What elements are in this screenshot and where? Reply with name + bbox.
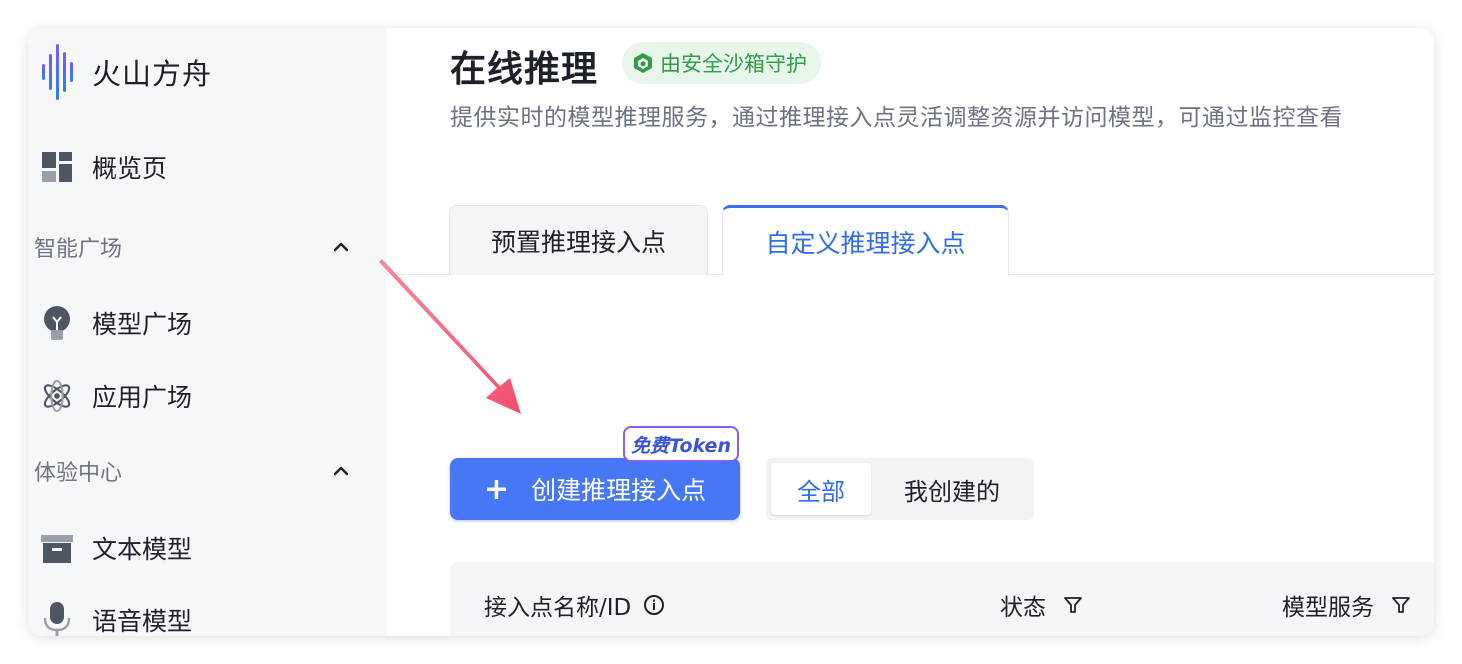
main-content: 在线推理 由安全沙箱守护 提供实时的模型推理服务，通过推理接入点灵活调整资源并访… (386, 28, 1434, 636)
dashboard-icon (40, 148, 74, 186)
chevron-up-icon (333, 242, 349, 252)
sandbox-badge-label: 由安全沙箱守护 (660, 52, 807, 76)
filter-icon[interactable] (1390, 594, 1412, 616)
app-window: 火山方舟 概览页 智能广场 模型广场 应用广场 体验中心 文本模型 语音模型 在… (28, 28, 1434, 636)
column-label: 接入点名称/ID (484, 595, 632, 621)
plus-icon: + (483, 471, 510, 507)
sidebar-item-label: 文本模型 (92, 535, 193, 564)
sandbox-badge: 由安全沙箱守护 (622, 42, 821, 84)
sidebar: 火山方舟 概览页 智能广场 模型广场 应用广场 体验中心 文本模型 语音模型 (28, 28, 386, 636)
column-label: 模型服务 (1282, 595, 1374, 621)
microphone-icon (40, 601, 74, 636)
page-description: 提供实时的模型推理服务，通过推理接入点灵活调整资源并访问模型，可通过监控查看 (450, 105, 1343, 131)
column-label: 状态 (1000, 595, 1046, 621)
brand[interactable]: 火山方舟 (40, 42, 212, 102)
sidebar-item-app-plaza[interactable]: 应用广场 (40, 373, 192, 419)
shield-cube-icon (634, 53, 652, 73)
sidebar-item-label: 应用广场 (92, 383, 193, 412)
column-header-status: 状态 (1000, 588, 1084, 622)
tab-preset-endpoints[interactable]: 预置推理接入点 (449, 205, 708, 275)
column-header-model-service: 模型服务 (1282, 588, 1412, 622)
chevron-up-icon (333, 466, 349, 476)
sidebar-item-overview[interactable]: 概览页 (40, 144, 167, 190)
info-icon[interactable] (643, 594, 665, 616)
create-endpoint-label: 创建推理接入点 (531, 476, 707, 505)
sidebar-item-label: 模型广场 (92, 310, 193, 339)
filter-icon[interactable] (1062, 594, 1084, 616)
brand-logo-icon (42, 44, 73, 100)
table-header: 接入点名称/ID 状态 模型服务 (450, 562, 1434, 636)
sidebar-item-speech-model[interactable]: 语音模型 (40, 597, 192, 636)
group-header-smart-plaza[interactable]: 智能广场 (34, 227, 354, 267)
atom-icon (40, 377, 74, 415)
bulb-icon (40, 304, 74, 342)
brand-name: 火山方舟 (92, 57, 213, 91)
group-title: 体验中心 (34, 461, 123, 486)
free-token-badge: 免费Token (623, 426, 739, 462)
sidebar-item-text-model[interactable]: 文本模型 (40, 525, 192, 571)
sidebar-item-label: 语音模型 (92, 607, 193, 636)
create-endpoint-button[interactable]: + 创建推理接入点 (450, 458, 740, 520)
page-title: 在线推理 (450, 49, 599, 90)
filter-option-all[interactable]: 全部 (771, 463, 871, 515)
column-header-name: 接入点名称/ID (484, 588, 665, 622)
ownership-filter: 全部 我创建的 (766, 458, 1034, 520)
tab-custom-endpoints[interactable]: 自定义推理接入点 (722, 205, 1009, 276)
group-header-experience-center[interactable]: 体验中心 (34, 451, 354, 491)
sidebar-item-label: 概览页 (92, 154, 168, 183)
filter-option-mine[interactable]: 我创建的 (884, 463, 1020, 515)
archive-icon (40, 529, 74, 567)
sidebar-item-model-plaza[interactable]: 模型广场 (40, 300, 192, 346)
group-title: 智能广场 (34, 237, 123, 262)
